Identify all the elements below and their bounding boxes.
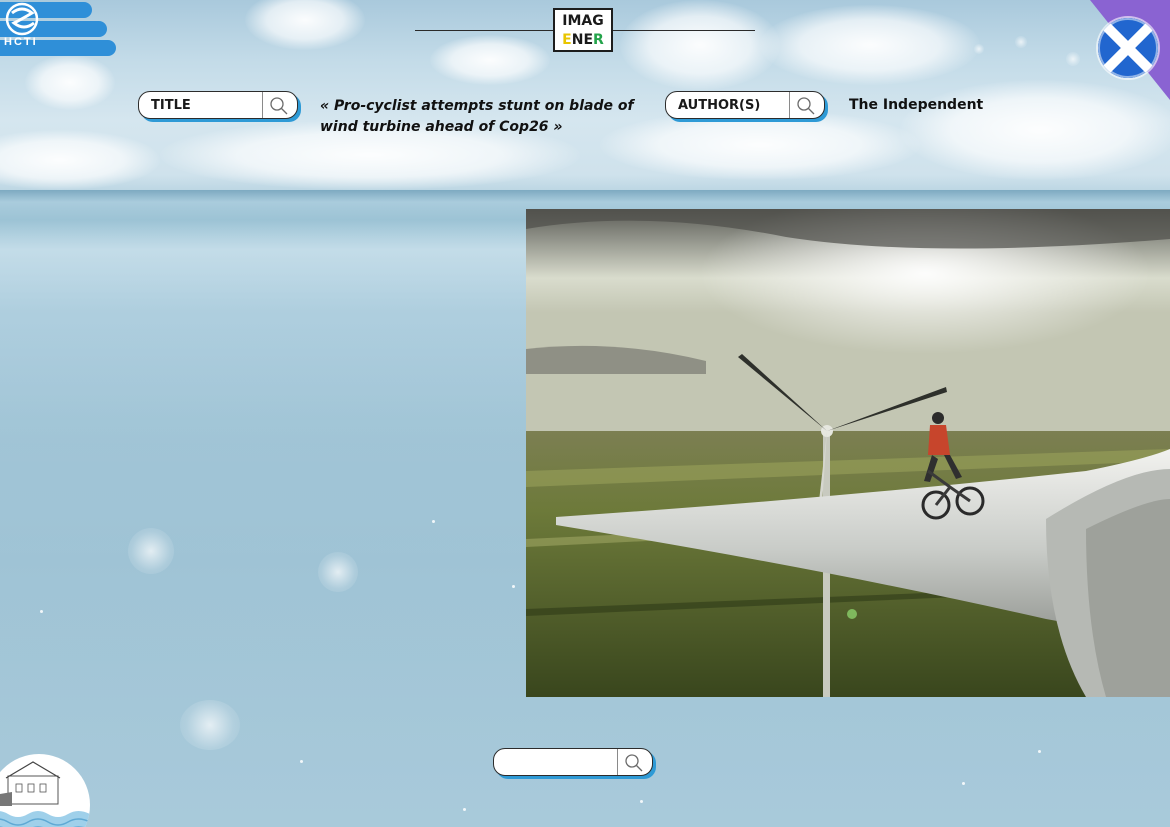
brand-line-2: ENER bbox=[555, 31, 611, 50]
cloud bbox=[25, 55, 115, 110]
cloud bbox=[430, 35, 550, 85]
sparkle bbox=[300, 760, 303, 763]
brand-rule-left bbox=[415, 30, 553, 31]
cloud bbox=[760, 5, 980, 85]
title-search-field[interactable]: TITLE bbox=[138, 91, 298, 119]
brand-rule-right bbox=[613, 30, 755, 31]
brand-letter-r: R bbox=[593, 32, 604, 48]
page: HCTI IMAG ENER TITLE « Pro-cyclist attem… bbox=[0, 0, 1170, 827]
article-author: The Independent bbox=[849, 97, 984, 113]
bubble bbox=[1066, 52, 1080, 66]
sparkle bbox=[640, 800, 643, 803]
pill-divider bbox=[262, 92, 263, 118]
logo-text: HCTI bbox=[4, 36, 38, 48]
hcti-emblem-icon bbox=[5, 2, 39, 36]
search-icon[interactable] bbox=[624, 753, 644, 773]
imagener-logo[interactable]: IMAG ENER bbox=[553, 8, 613, 52]
bubble bbox=[1015, 36, 1027, 48]
sparkle bbox=[512, 585, 515, 588]
pill-divider bbox=[789, 92, 790, 118]
sparkle bbox=[962, 782, 965, 785]
title-label: TITLE bbox=[151, 98, 191, 113]
scotland-flag-icon[interactable] bbox=[1098, 18, 1158, 78]
sparkle bbox=[1038, 750, 1041, 753]
bubble bbox=[974, 44, 984, 54]
article-photo[interactable] bbox=[526, 209, 1170, 697]
cloud bbox=[0, 130, 160, 190]
bubble bbox=[318, 552, 358, 592]
brand-line-1: IMAG bbox=[562, 13, 604, 29]
bubble bbox=[180, 700, 240, 750]
pill-divider bbox=[617, 749, 618, 775]
brand-letter-e: E bbox=[562, 32, 572, 48]
bottom-search-field[interactable] bbox=[493, 748, 653, 776]
bubble bbox=[128, 528, 174, 574]
sparkle bbox=[432, 520, 435, 523]
sparkle bbox=[40, 610, 43, 613]
hcti-logo[interactable]: HCTI bbox=[0, 0, 120, 60]
article-title: « Pro-cyclist attempts stunt on blade of… bbox=[320, 98, 634, 135]
cloud bbox=[245, 0, 365, 50]
search-icon[interactable] bbox=[796, 96, 816, 116]
author-search-field[interactable]: AUTHOR(S) bbox=[665, 91, 825, 119]
brand-letters-ne: NE bbox=[571, 32, 594, 48]
sparkle bbox=[463, 808, 466, 811]
cloud bbox=[620, 0, 780, 90]
search-icon[interactable] bbox=[269, 96, 289, 116]
author-label: AUTHOR(S) bbox=[678, 98, 761, 113]
